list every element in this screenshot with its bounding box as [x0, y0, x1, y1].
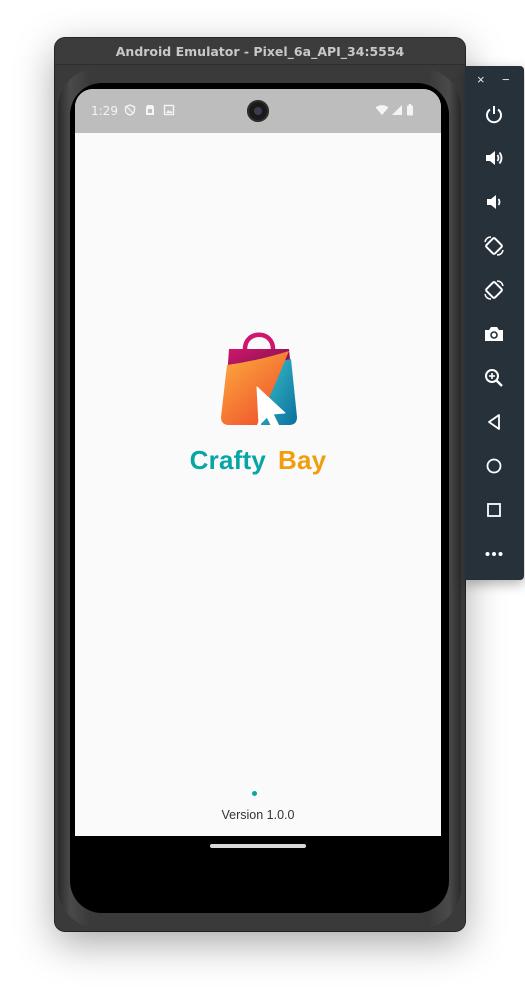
wifi-icon — [375, 105, 389, 115]
screenshot-button[interactable] — [479, 319, 509, 349]
signal-icon — [392, 105, 402, 115]
battery-icon — [407, 104, 413, 116]
volume-down-icon — [487, 195, 501, 209]
rotate-left-icon — [484, 236, 504, 256]
volume-down-button[interactable] — [479, 187, 509, 217]
status-time: 1:29 — [91, 104, 118, 118]
phone-screen[interactable]: 1:29 Crafty Bay Version 1.0.0 — [75, 89, 441, 880]
power-icon — [486, 106, 502, 124]
overview-icon — [487, 503, 501, 517]
more-icon — [485, 552, 503, 556]
window-title-bar[interactable]: Android Emulator - Pixel_6a_API_34:5554 — [55, 38, 465, 65]
close-button[interactable]: × — [477, 72, 485, 87]
minimize-button[interactable]: − — [502, 72, 510, 87]
shield-icon — [124, 104, 136, 116]
rotate-right-icon — [484, 280, 504, 300]
overview-button[interactable] — [479, 495, 509, 525]
rotate-left-button[interactable] — [479, 231, 509, 261]
sim-card-icon — [146, 105, 154, 115]
gesture-nav-bar — [75, 836, 441, 880]
app-logo — [75, 325, 441, 435]
back-icon — [488, 414, 500, 430]
home-indicator[interactable] — [210, 844, 306, 848]
photo-icon — [163, 104, 175, 116]
volume-up-icon — [486, 151, 503, 165]
app-version: Version 1.0.0 — [221, 808, 295, 822]
more-button[interactable] — [479, 539, 509, 569]
volume-up-button[interactable] — [479, 143, 509, 173]
front-camera — [247, 100, 269, 122]
status-bar: 1:29 — [75, 89, 441, 133]
emulator-side-toolbar: × − — [465, 66, 524, 580]
brand-name-bay: Bay — [278, 445, 327, 475]
home-icon — [486, 458, 502, 474]
app-name: Crafty Bay — [75, 445, 441, 476]
rotate-right-button[interactable] — [479, 275, 509, 305]
window-title: Android Emulator - Pixel_6a_API_34:5554 — [115, 43, 405, 59]
zoom-button[interactable] — [479, 363, 509, 393]
camera-icon — [485, 327, 503, 341]
brand-name-crafty: Crafty — [189, 445, 267, 475]
power-button[interactable] — [479, 99, 509, 129]
home-button[interactable] — [479, 451, 509, 481]
loading-indicator — [252, 791, 257, 796]
back-button[interactable] — [479, 407, 509, 437]
zoom-icon — [485, 369, 503, 387]
emulator-window: Android Emulator - Pixel_6a_API_34:5554 … — [55, 38, 465, 931]
shopping-bag-logo-icon — [221, 332, 297, 430]
